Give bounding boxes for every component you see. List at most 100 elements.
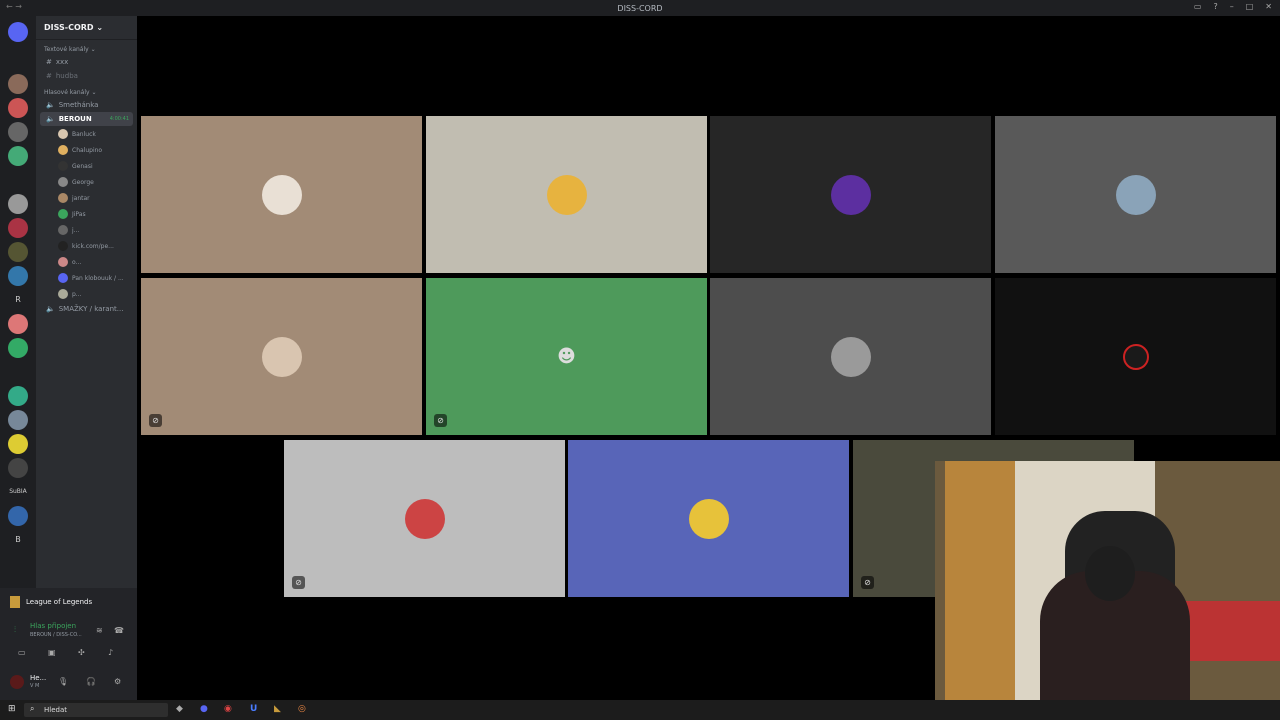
video-tile[interactable]	[710, 116, 991, 273]
discord-taskbar-icon[interactable]: ●	[200, 704, 208, 714]
activities-icon[interactable]: ✣	[78, 648, 85, 657]
avatar	[546, 174, 587, 215]
voice-user[interactable]: George	[36, 174, 137, 190]
taskbar: ⊞ Hledat ⌕ ◆ ● ◉ U ◣ ◎	[0, 700, 1280, 720]
mic-muted-icon: ⊘	[292, 576, 305, 589]
video-tile[interactable]: ☻ ⊘	[426, 278, 707, 435]
mic-muted-icon: ⊘	[149, 414, 162, 427]
camera-icon[interactable]: ▭	[18, 648, 26, 657]
video-tile[interactable]	[995, 116, 1276, 273]
server-icon[interactable]	[8, 146, 28, 166]
user-panel: League of Legends Hlas připojen BEROUN /…	[0, 588, 137, 700]
screen-share-icon[interactable]: ▣	[48, 648, 56, 657]
help-icon[interactable]: ?	[1213, 2, 1217, 11]
voice-user[interactable]: Chalupino	[36, 142, 137, 158]
server-icon[interactable]	[8, 194, 28, 214]
server-icon[interactable]	[8, 218, 28, 238]
window-controls: ▭ ? – □ ✕	[1194, 2, 1272, 11]
voice-user[interactable]: Banluck	[36, 126, 137, 142]
channel-hudba[interactable]: # hudba	[36, 69, 137, 83]
server-subia[interactable]: SuBIA	[4, 482, 32, 502]
back-arrow-icon[interactable]: ← →	[6, 2, 22, 11]
video-tile[interactable]	[710, 278, 991, 435]
voice-user[interactable]: kick.com/pe...	[36, 238, 137, 254]
server-icon[interactable]	[8, 74, 28, 94]
speaker-icon: 🔈	[46, 305, 55, 313]
mic-muted-icon: ⊘	[434, 414, 447, 427]
speaker-icon: 🔈	[46, 115, 55, 123]
windows-icon[interactable]: ⊞	[8, 704, 16, 714]
avatar	[1122, 343, 1149, 370]
signal-icon: ⫶	[14, 625, 16, 634]
server-icon[interactable]	[8, 98, 28, 118]
noise-icon[interactable]: ≋	[96, 626, 103, 635]
profile-status: V M	[30, 683, 40, 689]
soundboard-icon[interactable]: ♪	[108, 648, 113, 657]
voice-user[interactable]: p...	[36, 286, 137, 302]
server-icon[interactable]	[8, 410, 28, 430]
server-icon[interactable]	[8, 434, 28, 454]
home-icon[interactable]	[8, 22, 28, 42]
server-icon[interactable]	[8, 242, 28, 262]
league-taskbar-icon[interactable]: ◣	[274, 704, 281, 714]
connection-status[interactable]: Hlas připojen	[30, 622, 76, 630]
headphones-icon[interactable]: 🎧	[86, 677, 96, 686]
voice-user[interactable]: jantar	[36, 190, 137, 206]
minimize-button[interactable]: –	[1230, 2, 1234, 11]
hash-icon: #	[46, 72, 52, 80]
voice-user[interactable]: Pan klobouuk / ...	[36, 270, 137, 286]
video-tile[interactable]	[568, 440, 849, 597]
server-r[interactable]: R	[8, 290, 28, 310]
game-icon	[10, 596, 20, 608]
mic-icon[interactable]: 🎙	[58, 677, 68, 686]
disconnect-icon[interactable]: ☎	[114, 626, 124, 635]
maximize-button[interactable]: □	[1246, 2, 1254, 11]
activity-status[interactable]: League of Legends	[10, 596, 92, 608]
connection-channel[interactable]: BEROUN / DISS-CO...	[30, 632, 82, 638]
server-icon[interactable]	[8, 338, 28, 358]
avatar	[58, 289, 68, 299]
taskbar-app-icon[interactable]: ◉	[224, 704, 232, 714]
category-text[interactable]: Textové kanály ⌄	[36, 40, 137, 55]
avatar	[58, 273, 68, 283]
discord-icon: ☻	[557, 345, 576, 367]
inbox-icon[interactable]: ▭	[1194, 2, 1202, 11]
voice-user[interactable]: Genasi	[36, 158, 137, 174]
video-tile[interactable]	[426, 116, 707, 273]
avatar[interactable]	[10, 675, 24, 689]
video-tile[interactable]	[141, 116, 422, 273]
avatar	[261, 336, 302, 377]
server-icon[interactable]	[8, 386, 28, 406]
chrome-taskbar-icon[interactable]: ◎	[298, 704, 306, 714]
avatar	[58, 177, 68, 187]
server-icon[interactable]	[8, 122, 28, 142]
voice-user[interactable]: j...	[36, 222, 137, 238]
taskbar-app-icon[interactable]: U	[250, 704, 257, 714]
close-button[interactable]: ✕	[1265, 2, 1272, 11]
category-voice[interactable]: Hlasové kanály ⌄	[36, 83, 137, 98]
avatar	[830, 336, 871, 377]
channel-smethanka[interactable]: 🔈 Smethánka	[36, 98, 137, 112]
avatar	[58, 129, 68, 139]
settings-icon[interactable]: ⚙	[114, 677, 121, 686]
server-icon[interactable]	[8, 506, 28, 526]
head	[1085, 546, 1135, 601]
video-tile[interactable]	[995, 278, 1276, 435]
taskbar-app-icon[interactable]: ◆	[176, 704, 183, 714]
server-icon[interactable]	[8, 314, 28, 334]
voice-user[interactable]: o...	[36, 254, 137, 270]
voice-user[interactable]: JiPas	[36, 206, 137, 222]
channel-beroun[interactable]: 🔈 BEROUN 4:00:41	[40, 112, 133, 126]
channel-xxx[interactable]: # xxx	[36, 55, 137, 69]
channel-smazky[interactable]: 🔈 SMAŽKY / karant...	[36, 302, 137, 316]
server-icon[interactable]	[8, 458, 28, 478]
webcam-overlay	[935, 461, 1280, 720]
avatar	[58, 225, 68, 235]
taskbar-search[interactable]: Hledat	[24, 703, 168, 717]
server-icon[interactable]	[8, 266, 28, 286]
avatar	[1115, 174, 1156, 215]
video-tile[interactable]: ⊘	[284, 440, 565, 597]
video-tile[interactable]: ⊘	[141, 278, 422, 435]
server-b[interactable]: B	[8, 530, 28, 550]
server-name[interactable]: DISS-CORD ⌄	[36, 16, 137, 40]
